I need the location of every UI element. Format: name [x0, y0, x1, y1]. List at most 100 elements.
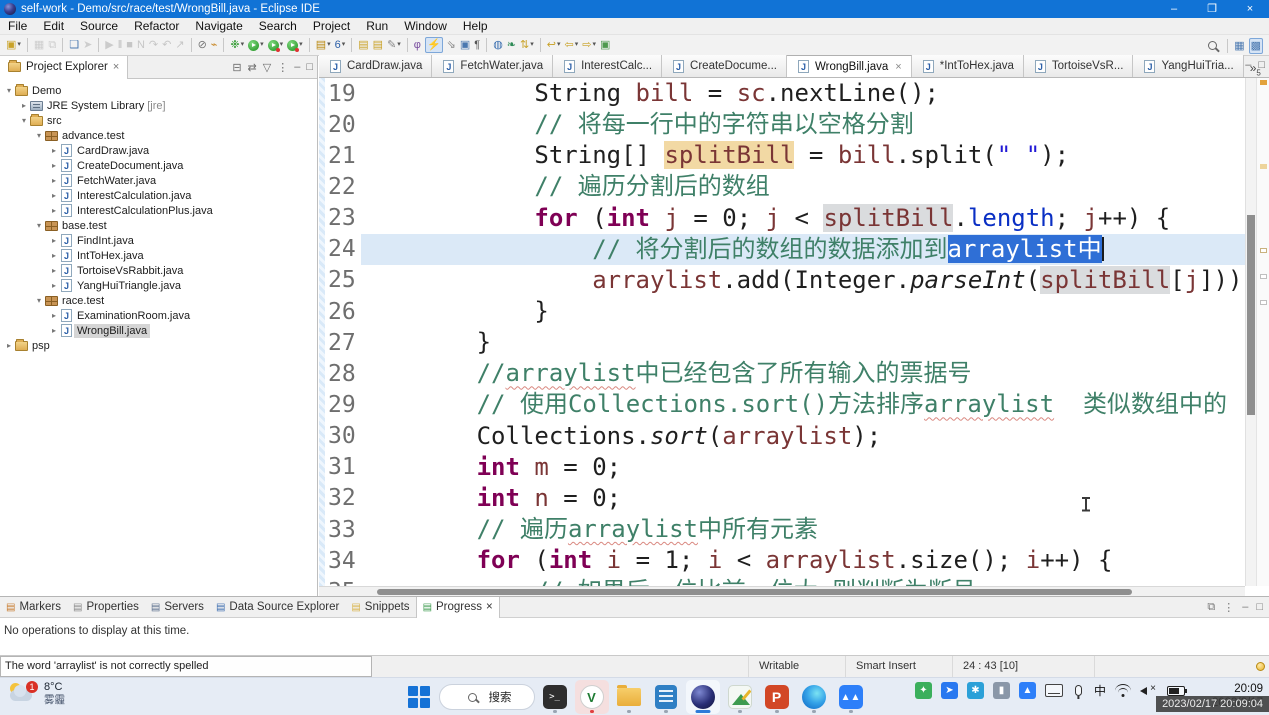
view-tab-progress[interactable]: ▤Progress× — [416, 597, 500, 618]
last-edit-flash-icon[interactable]: ⚡ — [425, 37, 443, 53]
tree-item-race-test[interactable]: ▾race.test — [0, 293, 317, 308]
type-hierarchy-icon[interactable]: φ — [414, 37, 421, 53]
tree-item-base-test[interactable]: ▾base.test — [0, 218, 317, 233]
last-edit-location-icon[interactable]: ↩▾ — [547, 37, 561, 53]
code-line-27[interactable]: 27 } — [319, 327, 1245, 358]
step-over-icon[interactable]: ↶ — [162, 37, 171, 53]
green-v-app-icon[interactable]: V — [575, 680, 609, 714]
file-explorer-icon[interactable] — [612, 680, 646, 714]
close-icon[interactable]: × — [486, 601, 493, 613]
world-icon[interactable]: ◍ — [493, 37, 503, 53]
chevron-right-icon[interactable]: ▸ — [49, 326, 59, 335]
code-line-33[interactable]: 33 // 遍历arraylist中所有元素 — [319, 514, 1245, 545]
eclipse-app-icon[interactable] — [686, 680, 720, 714]
minimize-icon[interactable]: – — [1245, 59, 1251, 71]
battery-icon[interactable] — [1167, 686, 1185, 696]
search-pill[interactable]: 搜索 — [439, 684, 535, 710]
chevron-down-icon[interactable]: ▾ — [34, 131, 44, 140]
chevron-right-icon[interactable]: ▸ — [49, 281, 59, 290]
horizontal-scrollbar-thumb[interactable] — [377, 589, 1132, 595]
code-line-31[interactable]: 31 int m = 0; — [319, 452, 1245, 483]
save-icon[interactable]: ▦ — [34, 37, 44, 53]
line-number[interactable]: 25 — [319, 267, 361, 293]
close-window-button[interactable]: × — [1231, 0, 1269, 18]
chevron-down-icon[interactable]: ▾ — [34, 296, 44, 305]
code-line-28[interactable]: 28 //arraylist中已经包含了所有输入的票据号 — [319, 358, 1245, 389]
menu-run[interactable]: Run — [358, 18, 396, 35]
line-number[interactable]: 34 — [319, 548, 361, 574]
line-number[interactable]: 27 — [319, 330, 361, 356]
chat-tray-icon[interactable]: ✦ — [915, 682, 932, 699]
code-line-22[interactable]: 22 // 遍历分割后的数组 — [319, 171, 1245, 202]
line-number[interactable]: 33 — [319, 517, 361, 543]
notes-app-icon[interactable] — [649, 680, 683, 714]
overview-mark[interactable] — [1260, 80, 1267, 85]
view-tab-markers[interactable]: ▤Markers — [0, 597, 67, 618]
close-icon[interactable]: × — [113, 61, 119, 73]
view-tab-data-source-explorer[interactable]: ▤Data Source Explorer — [210, 597, 345, 618]
code-line-30[interactable]: 30 Collections.sort(arraylist); — [319, 421, 1245, 452]
code-text[interactable]: } — [361, 296, 1245, 327]
run-icon[interactable]: ▾ — [248, 37, 264, 53]
view-tab-servers[interactable]: ▤Servers — [145, 597, 210, 618]
chevron-down-icon[interactable]: ▾ — [34, 221, 44, 230]
annotation-icon[interactable]: ✎▾ — [387, 37, 401, 53]
save-all-icon[interactable]: ⧉ — [48, 37, 56, 53]
minimize-icon[interactable]: – — [294, 61, 300, 73]
terminal-app-icon[interactable]: >_ — [538, 680, 572, 714]
paint-app-icon[interactable] — [723, 680, 757, 714]
tree-item-createdocument-java[interactable]: ▸CreateDocument.java — [0, 158, 317, 173]
chevron-right-icon[interactable]: ▸ — [49, 206, 59, 215]
close-icon[interactable]: × — [895, 61, 901, 73]
code-text[interactable]: int n = 0; — [361, 483, 1245, 514]
code-text[interactable]: Collections.sort(arraylist); — [361, 421, 1245, 452]
overview-mark[interactable] — [1260, 300, 1267, 305]
new-wizard-icon[interactable]: ▣▾ — [6, 37, 21, 53]
code-line-20[interactable]: 20 // 将每一行中的字符串以空格分割 — [319, 109, 1245, 140]
line-number[interactable]: 19 — [319, 81, 361, 107]
code-text[interactable]: // 如果后一位比前一位大 则判断为断号 — [361, 576, 1245, 586]
lightbulb-icon[interactable] — [1256, 662, 1265, 671]
line-number[interactable]: 23 — [319, 205, 361, 231]
coverage-icon[interactable]: ▾ — [268, 37, 284, 53]
minimize-icon[interactable]: – — [1242, 601, 1248, 613]
tab-project-explorer[interactable]: Project Explorer × — [0, 56, 128, 79]
edge-app-icon[interactable] — [797, 680, 831, 714]
step-into-icon[interactable]: ↷ — [149, 37, 158, 53]
tree-item-demo[interactable]: ▾Demo — [0, 83, 317, 98]
trace-icon[interactable]: ⌁ — [211, 37, 218, 53]
code-text[interactable]: for (int i = 1; i < arraylist.size(); i+… — [361, 545, 1245, 576]
code-line-23[interactable]: 23 for (int j = 0; j < splitBill.length;… — [319, 203, 1245, 234]
search-box[interactable]: 搜索 — [439, 680, 535, 714]
search-icon[interactable] — [1208, 41, 1217, 50]
code-text[interactable]: // 使用Collections.sort()方法排序arraylist 类似数… — [361, 389, 1245, 420]
line-number[interactable]: 29 — [319, 392, 361, 418]
keyboard-icon[interactable] — [1045, 684, 1063, 697]
filter-icon[interactable]: ▽ — [263, 61, 271, 74]
line-number[interactable]: 20 — [319, 112, 361, 138]
menu-navigate[interactable]: Navigate — [187, 18, 250, 35]
line-number[interactable]: 22 — [319, 174, 361, 200]
tree-item-fetchwater-java[interactable]: ▸FetchWater.java — [0, 173, 317, 188]
overview-mark[interactable] — [1260, 248, 1267, 253]
code-line-26[interactable]: 26 } — [319, 296, 1245, 327]
link-editor-icon[interactable]: ⇄ — [248, 61, 257, 74]
editor-tab-tortoisevsr-[interactable]: TortoiseVsR... — [1024, 55, 1134, 77]
editor-tab-carddraw-java[interactable]: CardDraw.java — [319, 55, 432, 77]
tree-item-inttohex-java[interactable]: ▸IntToHex.java — [0, 248, 317, 263]
search-resource-icon[interactable]: ▤ — [373, 37, 383, 53]
menu-project[interactable]: Project — [305, 18, 358, 35]
show-whitespace-icon[interactable]: ¶ — [474, 37, 480, 53]
restore-window-button[interactable]: ❐ — [1193, 0, 1231, 18]
code-line-32[interactable]: 32 int n = 0; — [319, 483, 1245, 514]
overview-mark[interactable] — [1260, 274, 1267, 279]
resume-icon[interactable]: ▶ — [105, 37, 113, 53]
editor-tab-interestcalc-[interactable]: InterestCalc... — [553, 55, 662, 77]
code-line-21[interactable]: 21 String[] splitBill = bill.split(" "); — [319, 140, 1245, 171]
code-text[interactable]: // 将每一行中的字符串以空格分割 — [361, 109, 1245, 140]
horizontal-scrollbar[interactable] — [319, 586, 1245, 596]
chevron-down-icon[interactable]: ▾ — [4, 86, 14, 95]
pointer-tray-icon[interactable]: ➤ — [941, 682, 958, 699]
terminate-icon[interactable]: ■ — [126, 37, 133, 53]
chevron-down-icon[interactable]: ▾ — [19, 116, 29, 125]
